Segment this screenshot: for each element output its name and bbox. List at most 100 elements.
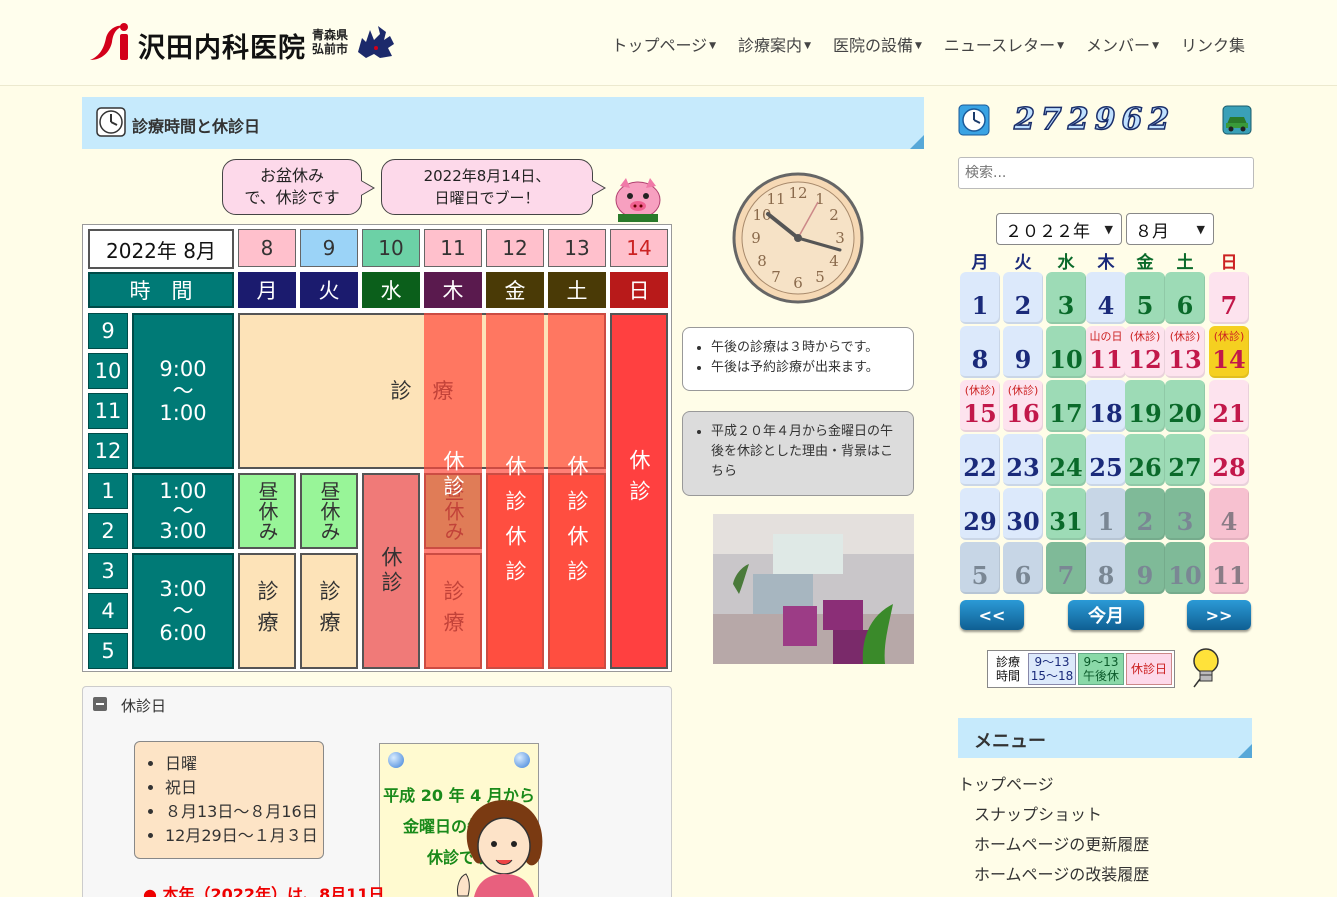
holiday-item: ８月13日〜８月16日: [165, 800, 323, 824]
friday-closure-reason-link[interactable]: 平成２０年４月から金曜日の午後を休診とした理由・背景はこちら: [711, 422, 903, 482]
calendar-day[interactable]: 6: [1003, 542, 1043, 594]
calendar-day-number: 1: [1097, 507, 1115, 536]
calendar-day[interactable]: 山の日 11: [1086, 326, 1126, 378]
calendar-day[interactable]: 18: [1086, 380, 1126, 432]
next-month-button[interactable]: >>: [1187, 600, 1251, 630]
calendar-day[interactable]: 1: [960, 272, 1000, 324]
calendar-day[interactable]: 26: [1125, 434, 1165, 486]
sunday-closed-label: 休診: [627, 449, 651, 511]
afternoon-consultation-monday: 診療: [238, 553, 296, 669]
receptionist-illustration-icon: [457, 800, 543, 897]
calendar-day[interactable]: (休診) 13: [1165, 326, 1205, 378]
calendar-day-number: 11: [1212, 561, 1246, 590]
menu-item-top[interactable]: トップページ: [958, 770, 1149, 800]
calendar-day-number: 21: [1212, 399, 1246, 428]
nav-guide[interactable]: 診療案内 ▼: [738, 32, 811, 56]
month-select[interactable]: ８月 ▼: [1126, 213, 1214, 245]
year-select[interactable]: ２０２２年 ▼: [996, 213, 1122, 245]
menu-item-renovation-history[interactable]: ホームページの改装履歴: [958, 860, 1149, 890]
collapse-icon[interactable]: [93, 697, 107, 711]
prev-month-button[interactable]: <<: [960, 600, 1024, 630]
calendar-day[interactable]: 23: [1003, 434, 1043, 486]
bubble2-line1: 2022年8月14日、: [423, 167, 551, 185]
calendar-day[interactable]: 5: [1125, 272, 1165, 324]
calendar-day[interactable]: 10: [1165, 542, 1205, 594]
lunch-break-monday: 昼休み: [238, 473, 296, 549]
legend-full-line: 9〜13: [1034, 655, 1070, 669]
date-speech-bubble: 2022年8月14日、 日曜日でブー！: [381, 159, 606, 215]
calendar-day[interactable]: 19: [1125, 380, 1165, 432]
legend-label-line: 時間: [995, 669, 1020, 683]
nav-facility[interactable]: 医院の設備 ▼: [833, 32, 922, 56]
calendar-day[interactable]: 4: [1209, 488, 1249, 540]
bubble1-line2: で、休診です: [244, 188, 340, 207]
calendar-day[interactable]: 9: [1125, 542, 1165, 594]
menu-heading: メニュー: [958, 718, 1252, 758]
calendar-day[interactable]: 2: [1003, 272, 1043, 324]
calendar-day[interactable]: (休診) 14: [1209, 326, 1249, 378]
afternoon-consultation-tuesday: 診療: [300, 553, 358, 669]
calendar-weekday: 日: [1220, 253, 1238, 273]
chevron-down-icon: ▼: [1196, 222, 1205, 236]
calendar-day[interactable]: 8: [960, 326, 1000, 378]
calendar-day[interactable]: 1: [1086, 488, 1126, 540]
nav-newsletter[interactable]: ニュースレター ▼: [944, 32, 1064, 56]
logo-location: 青森県 弘前市: [312, 28, 348, 56]
calendar-day[interactable]: 2: [1125, 488, 1165, 540]
calendar-day-number: 4: [1220, 507, 1238, 536]
schedule-month: 2022年 8月: [88, 229, 234, 269]
svg-text:7: 7: [771, 268, 781, 286]
calendar-day[interactable]: 6: [1165, 272, 1205, 324]
nav-links-label: リンク集: [1180, 36, 1245, 55]
legend-label: 診療 時間: [990, 653, 1026, 685]
hour-label: 9: [88, 313, 128, 349]
visitor-count: 272962: [1013, 101, 1176, 138]
calendar-day[interactable]: 3: [1046, 272, 1086, 324]
calendar-day[interactable]: 9: [1003, 326, 1043, 378]
friday-closed-label: 休診休診: [503, 455, 527, 595]
main-nav: トップページ ▼ 診療案内 ▼ 医院の設備 ▼ ニュースレター ▼ メンバー ▼ リンク集: [611, 32, 1245, 56]
calendar-day[interactable]: 31: [1046, 488, 1086, 540]
nav-top[interactable]: トップページ ▼: [611, 32, 716, 56]
calendar-day[interactable]: (休診) 16: [1003, 380, 1043, 432]
calendar-day[interactable]: 8: [1086, 542, 1126, 594]
calendar-day[interactable]: 28: [1209, 434, 1249, 486]
calendar-day[interactable]: 29: [960, 488, 1000, 540]
calendar-day[interactable]: 3: [1165, 488, 1205, 540]
menu-item-snapshot[interactable]: スナップショット: [958, 800, 1149, 830]
calendar-day[interactable]: 10: [1046, 326, 1086, 378]
calendar-day[interactable]: 21: [1209, 380, 1249, 432]
calendar-day[interactable]: 7: [1046, 542, 1086, 594]
calendar-day[interactable]: 20: [1165, 380, 1205, 432]
calendar-day-number: 28: [1212, 453, 1246, 482]
calendar-day[interactable]: 5: [960, 542, 1000, 594]
caret-down-icon: ▼: [915, 41, 922, 51]
calendar-day-number: 9: [1136, 561, 1154, 590]
calendar-day[interactable]: 30: [1003, 488, 1043, 540]
calendar-day[interactable]: 11: [1209, 542, 1249, 594]
calendar-day[interactable]: 25: [1086, 434, 1126, 486]
calendar-day-number: 25: [1089, 453, 1123, 482]
calendar-day-number: 20: [1168, 399, 1202, 428]
svg-text:8: 8: [757, 252, 767, 270]
day-number: 10: [362, 229, 420, 267]
menu-item-update-history[interactable]: ホームページの更新履歴: [958, 830, 1149, 860]
search-input[interactable]: [958, 157, 1254, 189]
friday-closure-reason-note[interactable]: 平成２０年４月から金曜日の午後を休診とした理由・背景はこちら: [682, 411, 914, 496]
site-logo[interactable]: 沢田内科医院 青森県 弘前市: [86, 20, 406, 66]
calendar-day[interactable]: 7: [1209, 272, 1249, 324]
calendar-day[interactable]: (休診) 15: [960, 380, 1000, 432]
nav-links[interactable]: リンク集: [1181, 32, 1245, 56]
calendar-day[interactable]: 22: [960, 434, 1000, 486]
menu-heading-title: メニュー: [974, 731, 1046, 752]
heading-corner: [910, 135, 924, 149]
calendar-day-tag: (休診): [964, 384, 996, 397]
calendar-day[interactable]: (休診) 12: [1125, 326, 1165, 378]
current-month-button[interactable]: 今月: [1068, 600, 1144, 630]
calendar-day[interactable]: 27: [1165, 434, 1205, 486]
calendar-day[interactable]: 4: [1086, 272, 1126, 324]
calendar-day[interactable]: 17: [1046, 380, 1086, 432]
calendar-day[interactable]: 24: [1046, 434, 1086, 486]
lightbulb-icon[interactable]: [1188, 645, 1224, 689]
nav-members[interactable]: メンバー ▼: [1086, 32, 1159, 56]
